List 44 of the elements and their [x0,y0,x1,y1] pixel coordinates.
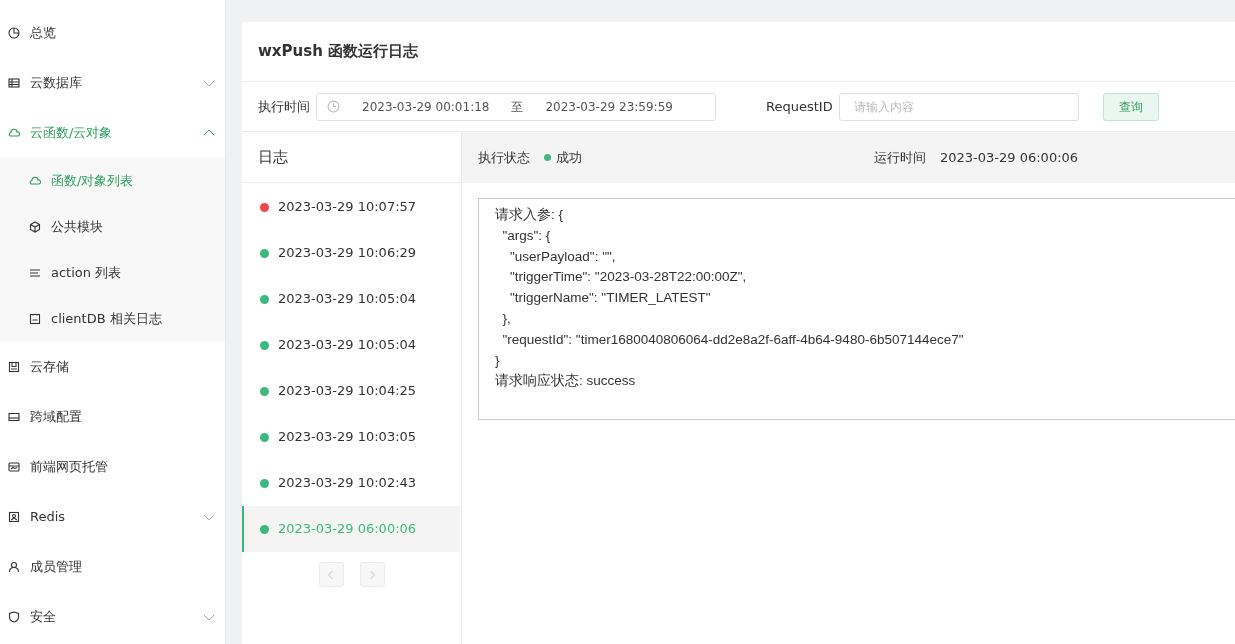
submenu-item[interactable]: clientDB 相关日志 [0,296,225,342]
field-label: RequestID [766,97,833,116]
log-entry[interactable]: 2023-03-29 10:07:57 [242,184,461,230]
sidebar-item[interactable]: 总览 [0,8,225,58]
submenu-item[interactable]: action 列表 [0,250,225,296]
sidebar-item[interactable]: 成员管理 [0,542,225,592]
sidebar-item[interactable]: 云存储 [0,342,225,392]
log-icon [29,313,41,325]
list-icon [29,267,41,279]
image-icon [8,511,20,523]
runtime-label: 运行时间 [874,148,926,167]
sidebar-item[interactable]: 云函数/云对象 [0,108,225,158]
log-list-heading: 日志 [242,132,461,183]
runtime-value: 2023-03-29 06:00:06 [940,148,1079,167]
request-id-field[interactable]: 请输入内容 [838,92,1079,121]
browser-icon [8,461,20,473]
log-entry[interactable]: 2023-03-29 10:05:04 [242,276,461,322]
storage-icon [8,361,20,373]
field-label: 执行时间 [258,97,310,116]
user-icon [8,561,20,573]
cloud-icon [8,127,20,139]
card-icon [8,411,20,423]
log-entry[interactable]: 2023-03-29 10:03:05 [242,414,461,460]
status-value: 成功 [544,147,582,168]
date-range-field[interactable]: 2023-03-29 00:01:18 至 2023-03-29 23:59:59 [316,92,716,121]
submenu-item[interactable]: 公共模块 [0,204,225,250]
log-entry[interactable]: 2023-03-29 10:06:29 [242,230,461,276]
sidebar-item[interactable]: 云数据库 [0,58,225,108]
panel-title: wxPush 函数运行日志 [242,22,1235,82]
shield-icon [8,611,20,623]
log-entry[interactable]: 2023-03-29 10:04:25 [242,368,461,414]
sidebar-item[interactable]: Redis [0,492,225,542]
log-entry[interactable]: 2023-03-29 10:05:04 [242,322,461,368]
table-icon [8,77,20,89]
sidebar-item[interactable]: 跨域配置 [0,392,225,442]
log-entry[interactable]: 2023-03-29 10:02:43 [242,460,461,506]
sidebar-item[interactable]: 安全 [0,592,225,642]
cube-icon [29,221,41,233]
clock-icon [327,100,340,113]
chart-icon [8,27,20,39]
status-label: 执行状态 [478,148,530,167]
sidebar-item[interactable]: 前端网页托管 [0,442,225,492]
log-output: 请求入参: { "args": { "userPayload": "", "triggerTime": "2023-03-28T22:00:00Z", "triggerName": "TIMER_LATEST" }, "requestId": "timer1680040806064-dd2e8a2f-6aff-4b64-9480-6b507144ece7" } 请求响应状态: success [478,198,1235,420]
cloud-icon [29,175,41,187]
